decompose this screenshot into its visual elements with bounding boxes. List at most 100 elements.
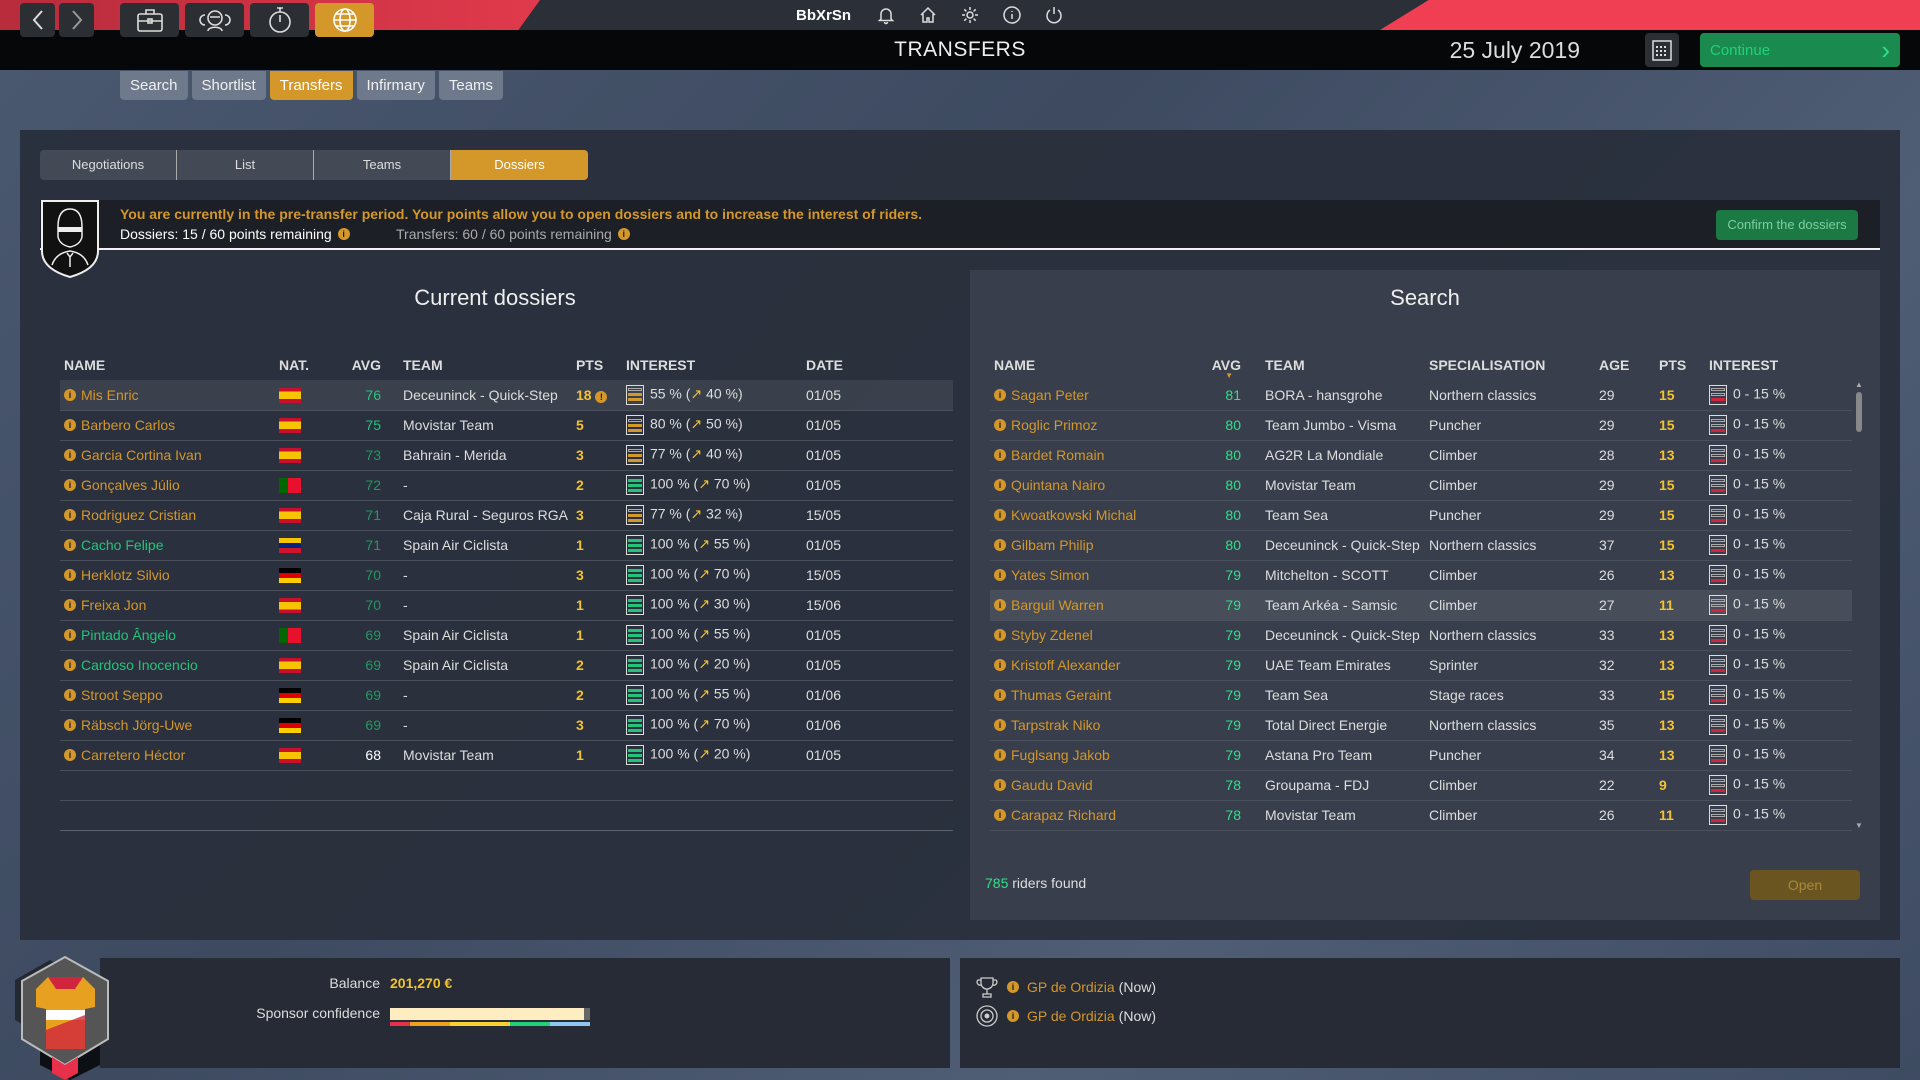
rider-name-text[interactable]: Pintado Ângelo [81,627,176,643]
search-scrollbar[interactable]: ▲ ▼ [1854,380,1864,830]
nav-section-stopwatch[interactable] [250,3,309,37]
table-row[interactable]: i Kristoff Alexander 79 UAE Team Emirates Sp… [990,650,1852,681]
calendar-button[interactable] [1645,33,1679,67]
rider-name-text[interactable]: Cacho Felipe [81,537,164,553]
rider-name-text[interactable]: Freixa Jon [81,597,146,613]
rider-name-text[interactable]: Carapaz Richard [1011,807,1116,823]
info-icon[interactable]: i [994,779,1006,791]
info-icon[interactable]: i [64,659,76,671]
table-row[interactable]: i Barguil Warren 79 Team Arkéa - Samsic Clim… [990,590,1852,621]
rider-name-text[interactable]: Roglic Primoz [1011,417,1097,433]
scroll-up-icon[interactable]: ▲ [1855,380,1863,389]
info-icon[interactable]: i [1007,1010,1019,1022]
info-icon[interactable]: i [994,509,1006,521]
back-button[interactable] [20,3,55,37]
rider-name-text[interactable]: Stroot Seppo [81,687,163,703]
info-icon[interactable]: i [337,228,350,240]
info-icon[interactable]: i [994,479,1006,491]
col-name[interactable]: NAME [990,350,1200,380]
nav-section-globe[interactable] [315,3,374,37]
col-avg[interactable]: AVG ▼ [1200,350,1245,380]
col-specialisation[interactable]: SPECIALISATION [1425,350,1595,380]
table-row[interactable]: i Tarpstrak Niko 79 Total Direct Energie Nor… [990,710,1852,741]
rider-name-text[interactable]: Gonçalves Júlio [81,477,180,493]
rider-name-text[interactable]: Fuglsang Jakob [1011,747,1110,763]
rider-name-text[interactable]: Kwoatkowski Michal [1011,507,1136,523]
info-icon[interactable]: i [64,388,76,401]
rider-name-text[interactable]: Bardet Romain [1011,447,1104,463]
info-icon[interactable]: i [64,599,76,611]
tab-dossiers[interactable]: Dossiers [451,150,588,180]
info-icon[interactable]: i [64,689,76,701]
info-icon[interactable]: i [64,719,76,731]
rider-name-text[interactable]: Rodriguez Cristian [81,507,196,523]
nav-section-briefcase[interactable] [120,3,179,37]
table-row[interactable]: i Stroot Seppo 69-2 100 % (↗ 55 %) 01/06 [60,680,953,711]
table-row[interactable]: i Styby Zdenel 79 Deceuninck - Quick-Step No… [990,620,1852,651]
table-row[interactable]: i Herklotz Silvio 70-3 100 % (↗ 70 %) 15/05 [60,560,953,591]
info-icon[interactable]: i [994,569,1006,581]
table-row[interactable]: i Garcia Cortina Ivan 73 Bahrain - Merida 3 7… [60,440,953,471]
table-row[interactable]: i Cardoso Inocencio 69 Spain Air Ciclista 2 1… [60,650,953,681]
rider-name-text[interactable]: Styby Zdenel [1011,627,1093,643]
rider-name-text[interactable]: Räbsch Jörg-Uwe [81,717,192,733]
rider-name-text[interactable]: Mis Enric [81,387,139,403]
rider-name-text[interactable]: Gilbam Philip [1011,537,1093,553]
subtab-teams[interactable]: Teams [438,71,504,100]
info-icon[interactable]: i [994,419,1006,431]
info-icon[interactable]: i [617,228,630,240]
info-icon[interactable]: i [64,749,76,761]
info-icon[interactable]: i [994,749,1006,761]
tab-negotiations[interactable]: Negotiations [40,150,177,180]
col-team[interactable]: TEAM [385,350,572,380]
info-icon[interactable]: i [64,569,76,581]
col-nat[interactable]: NAT. [275,350,335,380]
table-row[interactable]: i Barbero Carlos 75 Movistar Team 5 80 % (↗ 5… [60,410,953,441]
rider-name-text[interactable]: Carretero Héctor [81,747,185,763]
tab-teams[interactable]: Teams [314,150,451,180]
table-row[interactable]: i Cacho Felipe 71 Spain Air Ciclista 1 100 % … [60,530,953,561]
col-team[interactable]: TEAM [1245,350,1425,380]
subtab-shortlist[interactable]: Shortlist [191,71,266,100]
rider-name-text[interactable]: Herklotz Silvio [81,567,170,583]
subtab-search[interactable]: Search [120,71,188,100]
rider-name-text[interactable]: Barguil Warren [1011,597,1104,613]
info-icon[interactable]: i [1007,981,1019,993]
nav-section-riders[interactable] [185,3,244,37]
continue-button[interactable]: Continue › [1700,33,1900,67]
info-icon[interactable]: i [994,629,1006,641]
info-icon[interactable]: i [994,719,1006,731]
table-row[interactable]: i Mis Enric 76 Deceuninck - Quick-Step 18 ! 5… [60,380,953,411]
info-icon[interactable]: i [64,629,76,641]
info-icon[interactable] [999,2,1025,28]
table-row[interactable]: i Quintana Nairo 80 Movistar Team Climber 29 1… [990,470,1852,501]
info-icon[interactable]: i [994,599,1006,611]
info-icon[interactable]: i [994,809,1006,821]
col-name[interactable]: NAME [60,350,275,380]
table-row[interactable]: i Freixa Jon 70-1 100 % (↗ 30 %) 15/06 [60,590,953,621]
confirm-dossiers-button[interactable]: Confirm the dossiers [1716,210,1858,240]
col-interest[interactable]: INTEREST [1705,350,1852,380]
team-jersey[interactable] [18,955,113,1080]
info-icon[interactable]: i [994,539,1006,551]
scroll-down-icon[interactable]: ▼ [1855,821,1863,830]
table-row[interactable]: i Gilbam Philip 80 Deceuninck - Quick-Step N… [990,530,1852,561]
rider-name-text[interactable]: Barbero Carlos [81,417,175,433]
table-row[interactable]: i Yates Simon 79 Mitchelton - SCOTT Climber 2… [990,560,1852,591]
rider-name-text[interactable]: Sagan Peter [1011,387,1089,403]
username[interactable]: BbXrSn [796,7,851,24]
table-row[interactable]: i Thumas Geraint 79 Team Sea Stage races 33 15… [990,680,1852,711]
info-icon[interactable]: i [64,449,76,461]
table-row[interactable]: i Carapaz Richard 78 Movistar Team Climber 26… [990,800,1852,831]
table-row[interactable]: i Rodriguez Cristian 71 Caja Rural - Seguro… [60,500,953,531]
bell-icon[interactable] [873,2,899,28]
info-icon[interactable]: i [64,509,76,521]
col-interest[interactable]: INTEREST [622,350,802,380]
rider-name-text[interactable]: Gaudu David [1011,777,1093,793]
table-row[interactable]: i Gaudu David 78 Groupama - FDJ Climber 22 9 0 … [990,770,1852,801]
table-row[interactable]: i Carretero Héctor 68 Movistar Team 1 100 % (… [60,740,953,771]
subtab-transfers[interactable]: Transfers [269,71,353,100]
table-row[interactable]: i Fuglsang Jakob 79 Astana Pro Team Puncher 3… [990,740,1852,771]
gear-icon[interactable] [957,2,983,28]
rider-name-text[interactable]: Tarpstrak Niko [1011,717,1100,733]
